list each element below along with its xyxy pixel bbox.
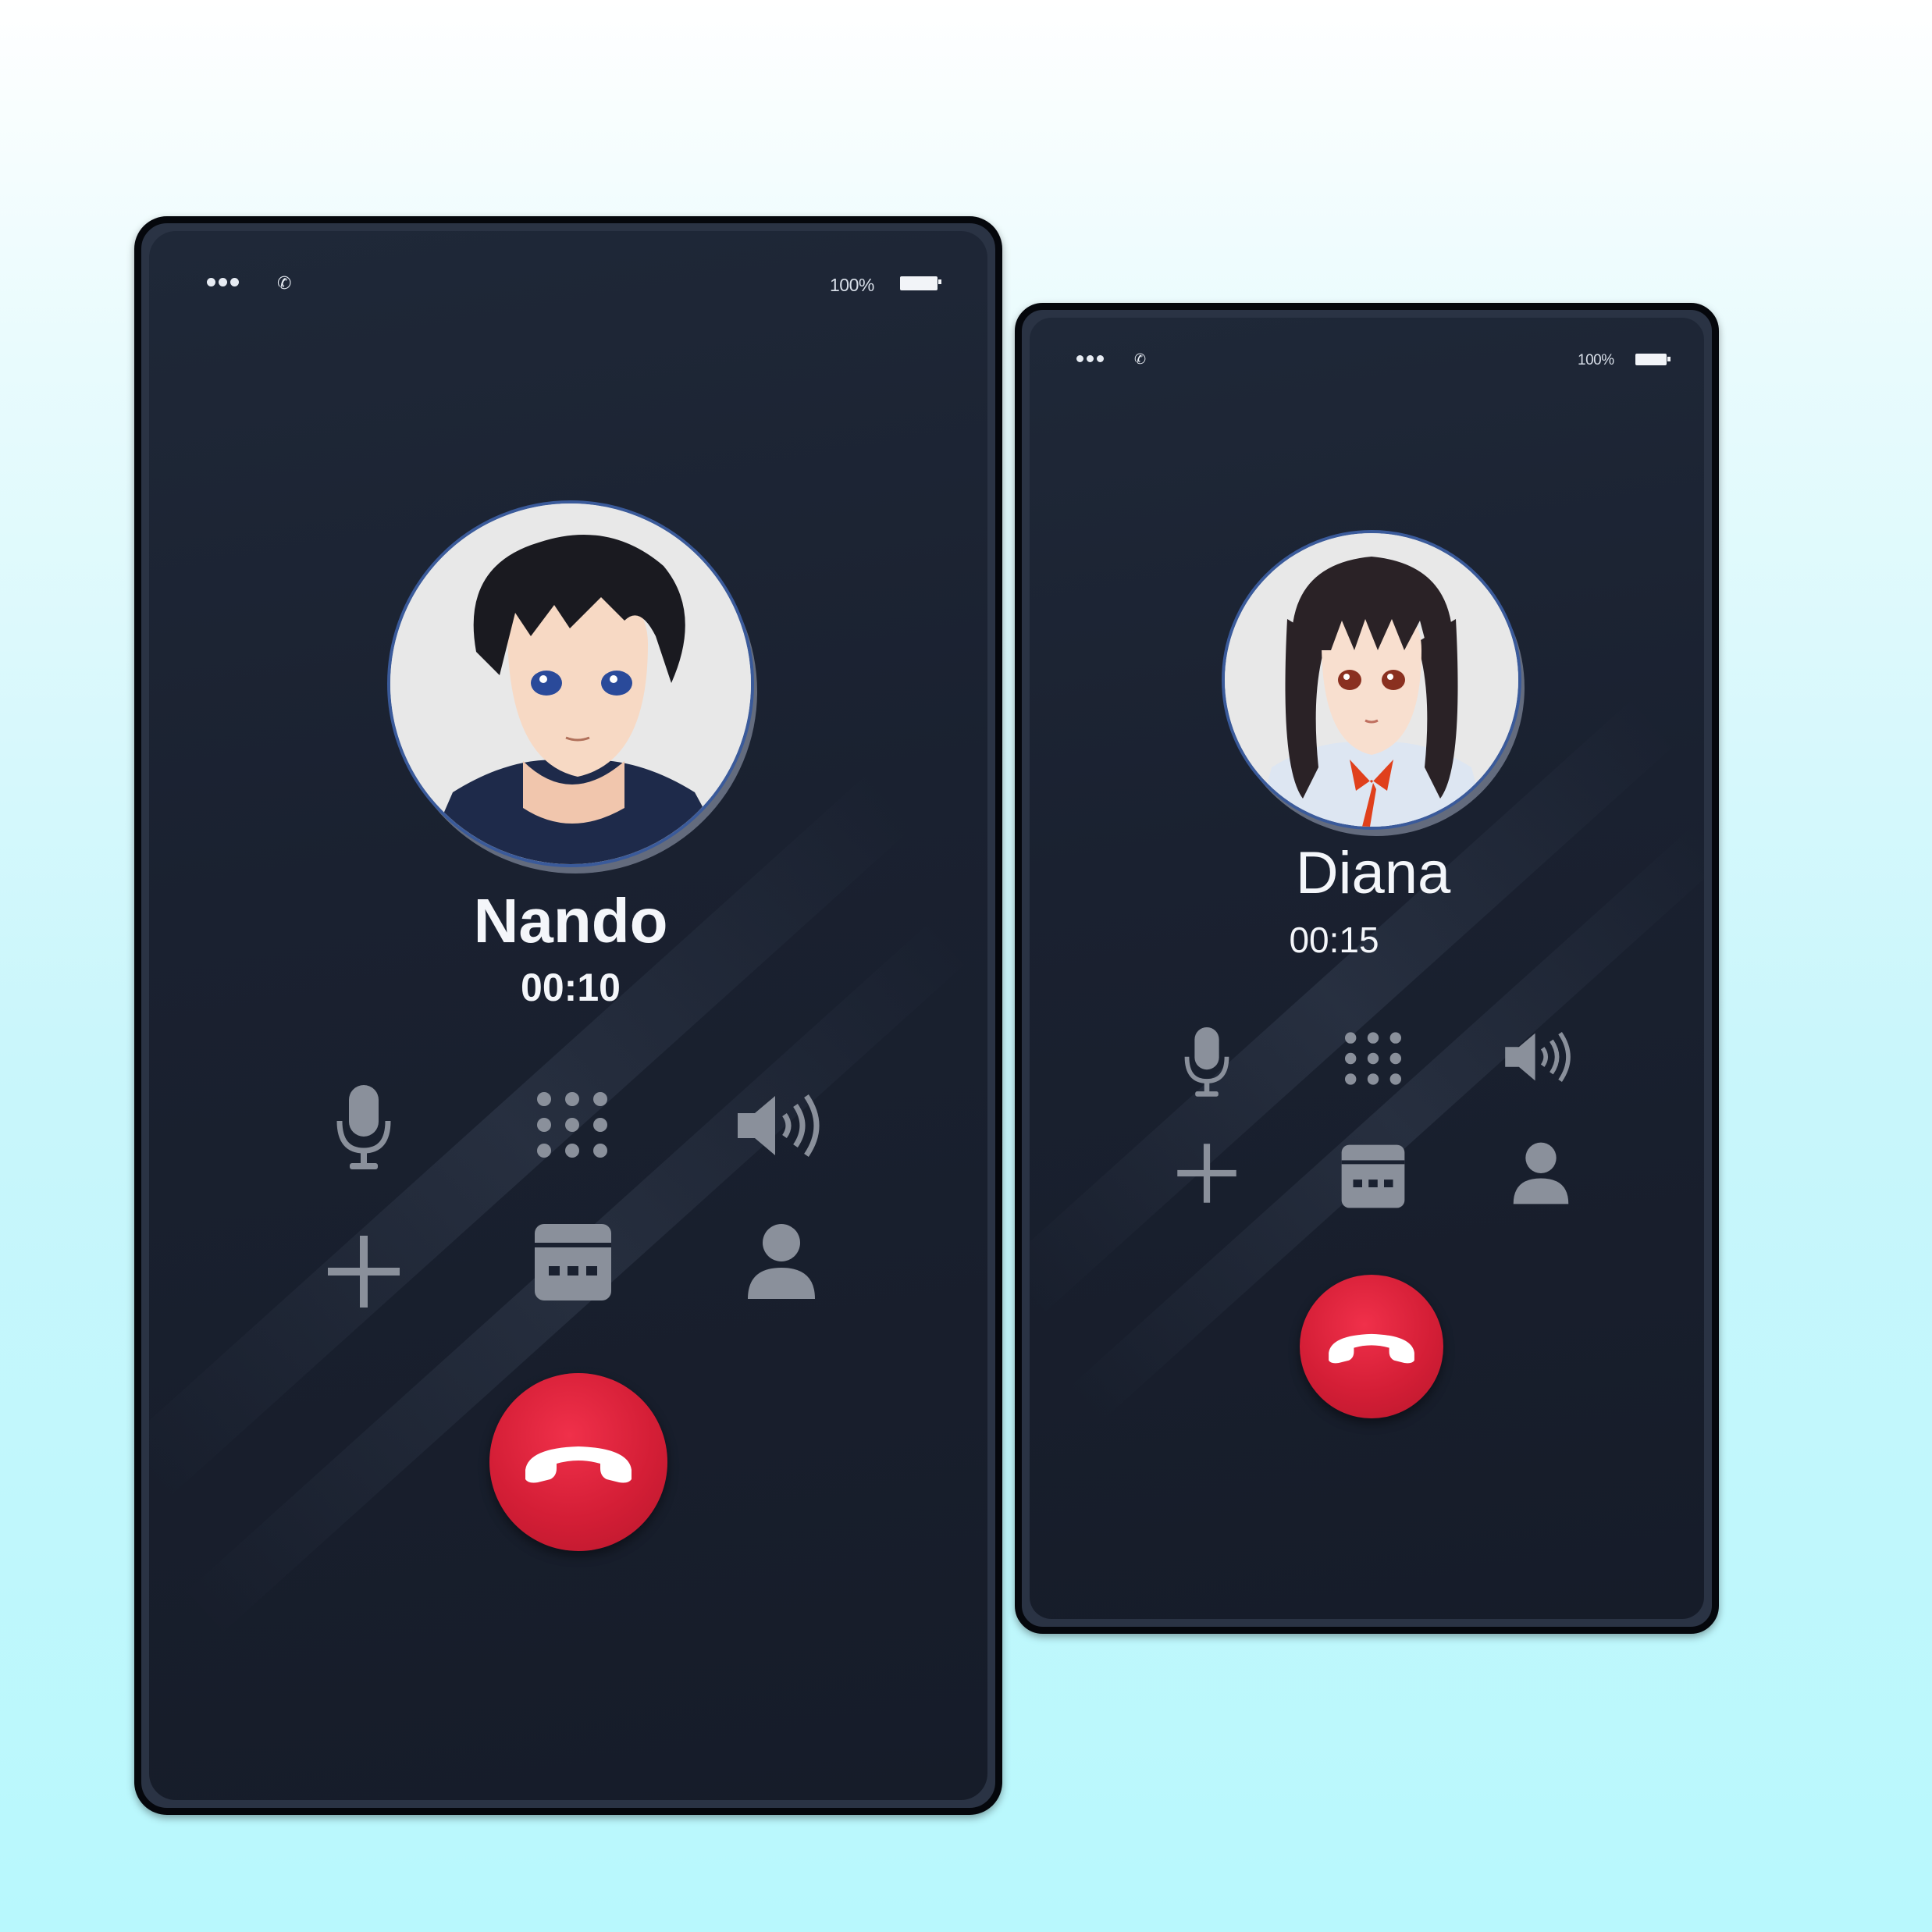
add-call-icon[interactable] [1175,1141,1239,1205]
male-anime-avatar [390,503,751,864]
speaker-icon[interactable] [735,1090,828,1162]
end-call-button[interactable] [1300,1275,1443,1418]
hang-up-icon [525,1446,632,1483]
video-calendar-icon[interactable] [1340,1144,1406,1209]
call-timer: 00:10 [521,966,621,1009]
speaker-icon[interactable] [1503,1028,1578,1086]
signal-dots-icon [207,278,239,286]
call-screen: ✆ 100% Nando 00:10 [149,231,987,1800]
caller-name: Diana [1295,840,1451,906]
female-anime-avatar [1225,533,1518,827]
phone-icon: ✆ [1134,351,1147,367]
hang-up-icon [1329,1333,1414,1364]
end-call-button[interactable] [489,1373,667,1551]
caller-avatar [387,500,754,867]
signal-dots-icon [1076,355,1104,362]
keypad-icon[interactable] [1342,1030,1404,1087]
battery-icon [900,276,941,290]
microphone-icon[interactable] [329,1082,399,1176]
contact-icon[interactable] [1512,1141,1570,1205]
phone-diana: ✆ 100% Diana 00:15 [1015,303,1719,1634]
caller-name: Nando [473,886,668,955]
phone-icon: ✆ [277,273,292,293]
video-calendar-icon[interactable] [533,1222,613,1302]
keypad-icon[interactable] [533,1090,611,1160]
microphone-icon[interactable] [1178,1024,1236,1102]
call-screen: ✆ 100% Diana 00:15 [1030,318,1704,1619]
battery-percentage: 100% [1578,352,1614,368]
call-timer: 00:15 [1289,920,1379,960]
battery-icon [1635,354,1670,365]
battery-percentage: 100% [830,275,874,295]
caller-avatar [1222,530,1521,830]
contact-icon[interactable] [746,1222,817,1300]
add-call-icon[interactable] [325,1233,403,1311]
phone-nando: ✆ 100% Nando 00:10 [134,216,1002,1815]
